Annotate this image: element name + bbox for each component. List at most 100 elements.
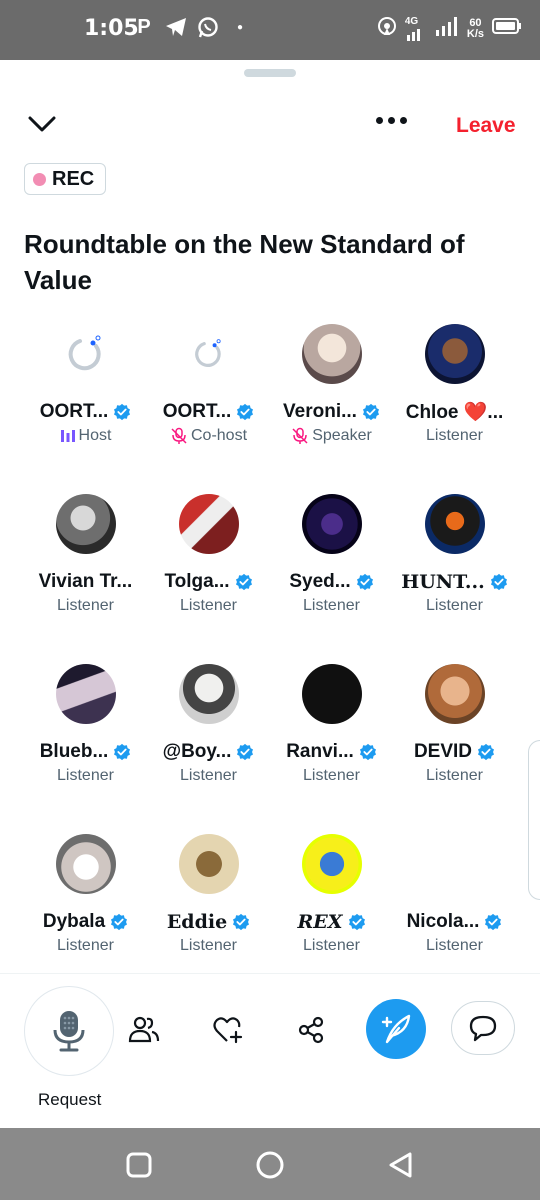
participant-item[interactable]: Blueb... Listener [24,662,147,832]
avatar[interactable] [178,664,239,724]
avatar[interactable] [424,494,485,554]
participant-item[interactable]: DEVID Listener [393,662,516,832]
avatar[interactable] [424,664,485,724]
participant-name: Eddie [166,911,228,933]
signal-icon [435,16,459,41]
participant-role: Listener [303,766,360,786]
avatar[interactable] [301,834,362,894]
participants-grid: OORT... Host OORT... Co-host Veroni... Speake… [24,322,516,1002]
participant-item[interactable]: OORT... Co-host [147,322,270,492]
oort-logo-icon [194,339,221,367]
verified-badge-icon [114,403,131,421]
participant-role-label: Co-host [190,427,248,444]
side-scroll-tab[interactable] [528,740,540,900]
participant-item[interactable]: @Boy... Listener [147,662,270,832]
chat-button[interactable] [451,1001,515,1055]
verified-badge-icon [348,913,365,931]
oort-logo-icon [68,335,101,371]
participant-role: Listener [426,426,483,446]
participant-role-label: Listener [426,427,483,444]
status-bar: 1:05 P ● 4G 60 K/s [0,0,540,60]
avatar[interactable] [56,324,116,384]
participant-name: Chloe ❤️... [405,402,504,423]
participant-role: Listener [303,936,360,956]
participant-name-row: @Boy... [163,740,255,764]
participant-name-row: Veroni... [283,400,380,424]
more-options-icon[interactable] [376,117,407,124]
react-button[interactable] [208,1010,248,1050]
avatar[interactable] [178,494,239,554]
people-button[interactable] [124,1010,164,1050]
avatar[interactable] [178,834,239,894]
verified-badge-icon [114,743,131,761]
participant-name: HUNT... [401,571,485,593]
leave-button[interactable]: Leave [456,114,516,138]
rec-badge: REC [24,163,106,195]
participant-name: Veroni... [283,401,357,422]
verified-badge-icon [490,573,507,591]
speed-unit: K/s [466,27,484,40]
divider [0,973,540,974]
avatar[interactable] [424,834,485,894]
microphone-icon [53,1011,85,1052]
system-nav-bar [0,1128,540,1200]
participant-role: Listener [426,596,483,616]
avatar[interactable] [424,324,485,384]
participant-name-row: DEVID [414,740,495,764]
avatar[interactable] [301,664,362,724]
avatar[interactable] [179,324,239,384]
participant-item[interactable]: Chloe ❤️... Listener [393,322,516,492]
participant-item[interactable]: HUNT... Listener [393,492,516,662]
participant-name: Nicola... [406,911,480,932]
participant-item[interactable]: Syed... Listener [270,492,393,662]
request-mic-button[interactable] [24,986,114,1076]
participant-item[interactable]: Eddie Listener [147,832,270,1002]
avatar[interactable] [55,494,116,554]
status-time: 1:05 [84,16,139,41]
participant-item[interactable]: Tolga... Listener [147,492,270,662]
participant-name-row: Blueb... [40,740,132,764]
participant-item[interactable]: Dybala Listener [24,832,147,1002]
participant-role: Host [60,426,111,446]
share-button[interactable] [291,1010,331,1050]
chevron-down-icon[interactable] [26,112,58,136]
compose-button[interactable] [366,999,426,1059]
participant-name-row: Tolga... [164,570,252,594]
participant-role-label: Speaker [312,427,372,444]
participant-role-label: Listener [426,767,483,784]
avatar[interactable] [301,494,362,554]
participant-name-row: Vivian Tr... [39,570,133,594]
network-type: 4G [404,15,419,27]
participant-name: Ranvi... [286,741,354,762]
request-label: Request [38,1090,102,1109]
participant-item[interactable]: REX Listener [270,832,393,1002]
home-circle-icon[interactable] [255,1150,285,1180]
back-triangle-icon[interactable] [386,1150,416,1180]
avatar[interactable] [55,834,116,894]
parking-p-icon: P [137,15,151,38]
participant-name: REX [297,911,343,933]
verified-badge-icon [485,913,502,931]
participant-role: Listener [303,596,360,616]
participant-role: Listener [426,936,483,956]
avatar[interactable] [55,664,116,724]
rec-label: REC [52,167,95,190]
avatar[interactable] [301,324,362,384]
share-icon [298,1016,324,1044]
participant-item[interactable]: Nicola... Listener [393,832,516,1002]
drag-handle[interactable] [244,69,296,77]
participant-item[interactable]: Veroni... Speaker [270,322,393,492]
participant-role: Listener [180,766,237,786]
participant-item[interactable]: Vivian Tr... Listener [24,492,147,662]
participant-role-label: Listener [426,597,483,614]
space-sheet: Leave REC Roundtable on the New Standard… [0,60,540,1128]
participant-item[interactable]: OORT... Host [24,322,147,492]
heart-add-icon [213,1017,243,1044]
participant-role: Listener [57,936,114,956]
recents-square-icon[interactable] [124,1150,154,1180]
participant-role-label: Listener [303,597,360,614]
participant-name-row: Nicola... [407,910,503,934]
verified-badge-icon [233,913,250,931]
participant-item[interactable]: Ranvi... Listener [270,662,393,832]
participant-name: OORT... [162,401,232,422]
